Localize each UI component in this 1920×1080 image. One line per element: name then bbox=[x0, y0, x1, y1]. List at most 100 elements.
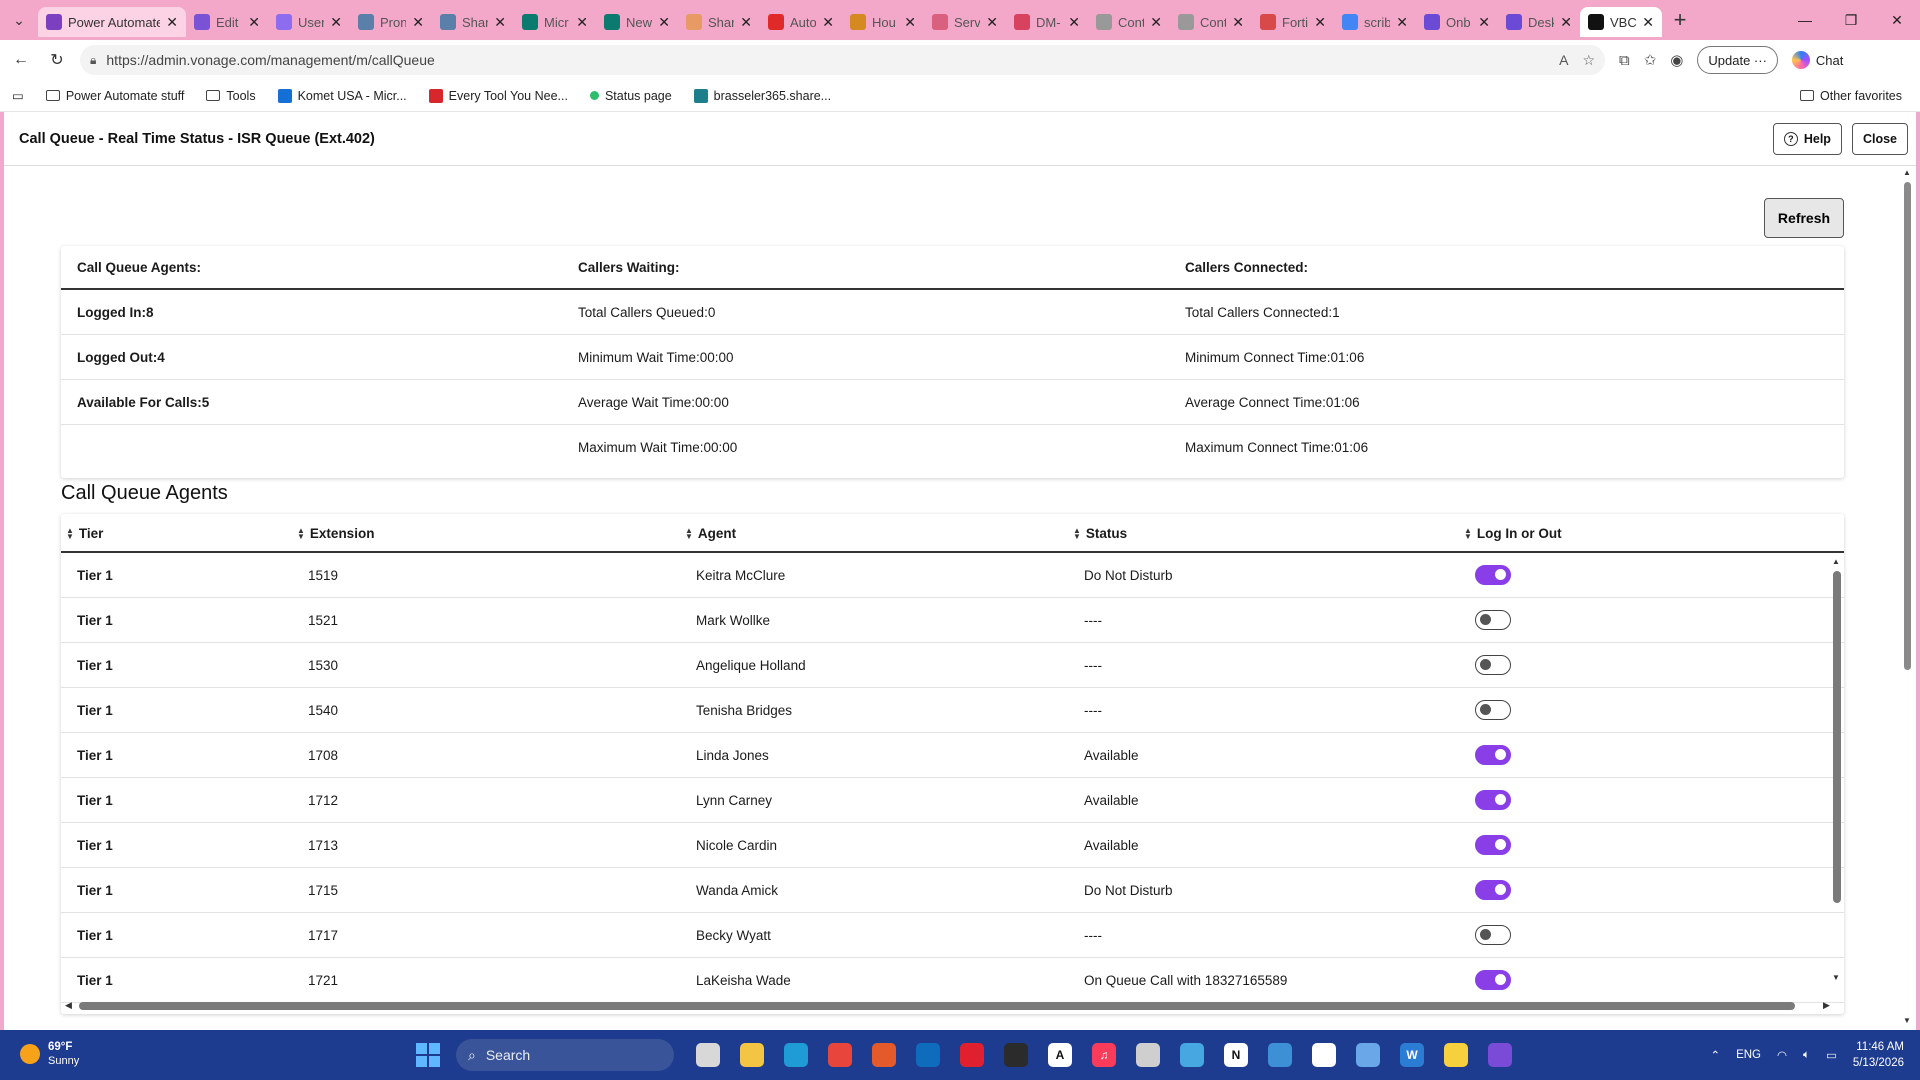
back-icon[interactable]: ← bbox=[6, 45, 36, 75]
tab-close-icon[interactable]: ✕ bbox=[740, 14, 752, 31]
scrollbar-thumb[interactable] bbox=[1904, 182, 1911, 670]
toggle-switch[interactable] bbox=[1475, 925, 1511, 945]
sticky-notes-icon[interactable] bbox=[1438, 1037, 1474, 1073]
file-explorer-icon[interactable] bbox=[734, 1037, 770, 1073]
browser-tab[interactable]: DM- ✕ bbox=[1006, 7, 1088, 37]
chrome-icon[interactable] bbox=[822, 1037, 858, 1073]
browser-tab[interactable]: Shar ✕ bbox=[432, 7, 514, 37]
column-header[interactable]: ▲ ▼ Agent bbox=[685, 526, 736, 541]
tab-close-icon[interactable]: ✕ bbox=[1396, 14, 1408, 31]
login-toggle[interactable] bbox=[1475, 970, 1511, 993]
tab-close-icon[interactable]: ✕ bbox=[1478, 14, 1490, 31]
sort-icon[interactable]: ▲ ▼ bbox=[1073, 526, 1081, 540]
toggle-switch[interactable] bbox=[1475, 790, 1511, 810]
scroll-right-icon[interactable]: ▶ bbox=[1823, 1000, 1830, 1011]
browser-tab[interactable]: Cont ✕ bbox=[1088, 7, 1170, 37]
column-header[interactable]: ▲ ▼ Extension bbox=[297, 526, 374, 541]
agents-vertical-scrollbar[interactable]: ▲ ▼ bbox=[1832, 555, 1842, 985]
minimize-icon[interactable]: — bbox=[1782, 0, 1828, 40]
restore-icon[interactable]: ❐ bbox=[1828, 0, 1874, 40]
page-vertical-scrollbar[interactable]: ▲ ▼ bbox=[1902, 166, 1914, 1030]
copilot-chat-button[interactable]: Chat bbox=[1791, 51, 1843, 69]
login-toggle[interactable] bbox=[1475, 610, 1511, 633]
tab-close-icon[interactable]: ✕ bbox=[1642, 14, 1654, 31]
browser-tab[interactable]: User ✕ bbox=[268, 7, 350, 37]
sort-icon[interactable]: ▲ ▼ bbox=[66, 526, 74, 540]
login-toggle[interactable] bbox=[1475, 925, 1511, 948]
font-app-icon[interactable]: A bbox=[1042, 1037, 1078, 1073]
toggle-switch[interactable] bbox=[1475, 655, 1511, 675]
app-icon[interactable] bbox=[866, 1037, 902, 1073]
tab-close-icon[interactable]: ✕ bbox=[412, 14, 424, 31]
weather-widget[interactable]: 69°F Sunny bbox=[20, 1040, 79, 1068]
collections-icon[interactable]: ▭ bbox=[12, 88, 24, 103]
scroll-down-icon[interactable]: ▼ bbox=[1903, 1016, 1911, 1025]
tab-close-icon[interactable]: ✕ bbox=[1314, 14, 1326, 31]
teamviewer-icon[interactable] bbox=[1306, 1037, 1342, 1073]
notepad-icon[interactable] bbox=[1174, 1037, 1210, 1073]
favorite-item[interactable]: Every Tool You Nee... bbox=[428, 88, 568, 103]
login-toggle[interactable] bbox=[1475, 700, 1511, 723]
read-aloud-icon[interactable]: A bbox=[1559, 52, 1568, 69]
scrollbar-thumb[interactable] bbox=[1833, 571, 1841, 903]
favorite-star-icon[interactable]: ☆ bbox=[1582, 52, 1595, 69]
tab-close-icon[interactable]: ✕ bbox=[1150, 14, 1162, 31]
start-button-icon[interactable] bbox=[416, 1043, 440, 1067]
toggle-switch[interactable] bbox=[1475, 700, 1511, 720]
login-toggle[interactable] bbox=[1475, 880, 1511, 903]
agents-horizontal-scrollbar[interactable]: ◀ ▶ bbox=[61, 1000, 1844, 1012]
taskbar-search[interactable]: ⌕ Search bbox=[456, 1039, 674, 1071]
tab-close-icon[interactable]: ✕ bbox=[1068, 14, 1080, 31]
notion-icon[interactable]: N bbox=[1218, 1037, 1254, 1073]
music-icon[interactable]: ♫ bbox=[1086, 1037, 1122, 1073]
terminal-icon[interactable] bbox=[998, 1037, 1034, 1073]
toggle-switch[interactable] bbox=[1475, 880, 1511, 900]
column-header[interactable]: ▲ ▼ Log In or Out bbox=[1464, 526, 1562, 541]
column-header[interactable]: ▲ ▼ Tier bbox=[66, 526, 103, 541]
outlook-icon[interactable] bbox=[910, 1037, 946, 1073]
url-field[interactable]: 🔒︎ https://admin.vonage.com/management/m… bbox=[80, 45, 1605, 75]
tab-close-icon[interactable]: ✕ bbox=[248, 14, 260, 31]
window-close-icon[interactable]: ✕ bbox=[1874, 0, 1920, 40]
show-hidden-icons-icon[interactable]: ⌃ bbox=[1710, 1048, 1720, 1062]
sort-icon[interactable]: ▲ ▼ bbox=[1464, 526, 1472, 540]
scroll-left-icon[interactable]: ◀ bbox=[65, 1000, 72, 1011]
volume-icon[interactable]: 🔈︎ bbox=[1803, 1049, 1810, 1062]
profile-icon[interactable]: ◉ bbox=[1670, 51, 1683, 69]
help-button[interactable]: ? Help bbox=[1772, 123, 1842, 155]
taskbar-clock[interactable]: 11:46 AM 5/13/2026 bbox=[1853, 1039, 1904, 1071]
wifi-icon[interactable]: ◠ bbox=[1777, 1048, 1787, 1062]
tab-close-icon[interactable]: ✕ bbox=[1560, 14, 1572, 31]
favorite-item[interactable]: Status page bbox=[589, 89, 672, 103]
browser-tab[interactable]: Serv ✕ bbox=[924, 7, 1006, 37]
browser-tab[interactable]: New ✕ bbox=[596, 7, 678, 37]
clock-app-icon[interactable] bbox=[1130, 1037, 1166, 1073]
opera-icon[interactable] bbox=[954, 1037, 990, 1073]
refresh-button[interactable]: Refresh bbox=[1764, 198, 1844, 238]
close-button[interactable]: Close bbox=[1851, 123, 1908, 155]
url-text[interactable]: https://admin.vonage.com/management/m/ca… bbox=[106, 52, 1559, 68]
other-favorites-folder[interactable]: Other favorites bbox=[1800, 89, 1902, 103]
tab-close-icon[interactable]: ✕ bbox=[1232, 14, 1244, 31]
task-view-icon[interactable] bbox=[690, 1037, 726, 1073]
favorite-item[interactable]: Power Automate stuff bbox=[45, 89, 184, 103]
favorite-item[interactable]: Komet USA - Micr... bbox=[277, 88, 407, 103]
login-toggle[interactable] bbox=[1475, 745, 1511, 768]
browser-tab[interactable]: Shar ✕ bbox=[678, 7, 760, 37]
tab-close-icon[interactable]: ✕ bbox=[166, 14, 178, 31]
update-button[interactable]: Update ··· bbox=[1697, 46, 1778, 74]
toggle-switch[interactable] bbox=[1475, 835, 1511, 855]
browser-tab[interactable]: Pron ✕ bbox=[350, 7, 432, 37]
toggle-switch[interactable] bbox=[1475, 610, 1511, 630]
scroll-up-icon[interactable]: ▲ bbox=[1832, 557, 1840, 566]
login-toggle[interactable] bbox=[1475, 655, 1511, 678]
language-indicator[interactable]: ENG bbox=[1736, 1049, 1761, 1061]
remote-desktop-icon[interactable] bbox=[1262, 1037, 1298, 1073]
scrollbar-thumb[interactable] bbox=[79, 1002, 1795, 1010]
toggle-switch[interactable] bbox=[1475, 565, 1511, 585]
login-toggle[interactable] bbox=[1475, 790, 1511, 813]
battery-icon[interactable]: ▭ bbox=[1826, 1048, 1837, 1062]
column-header[interactable]: ▲ ▼ Status bbox=[1073, 526, 1127, 541]
scroll-down-icon[interactable]: ▼ bbox=[1832, 973, 1840, 982]
photos-icon[interactable] bbox=[1350, 1037, 1386, 1073]
